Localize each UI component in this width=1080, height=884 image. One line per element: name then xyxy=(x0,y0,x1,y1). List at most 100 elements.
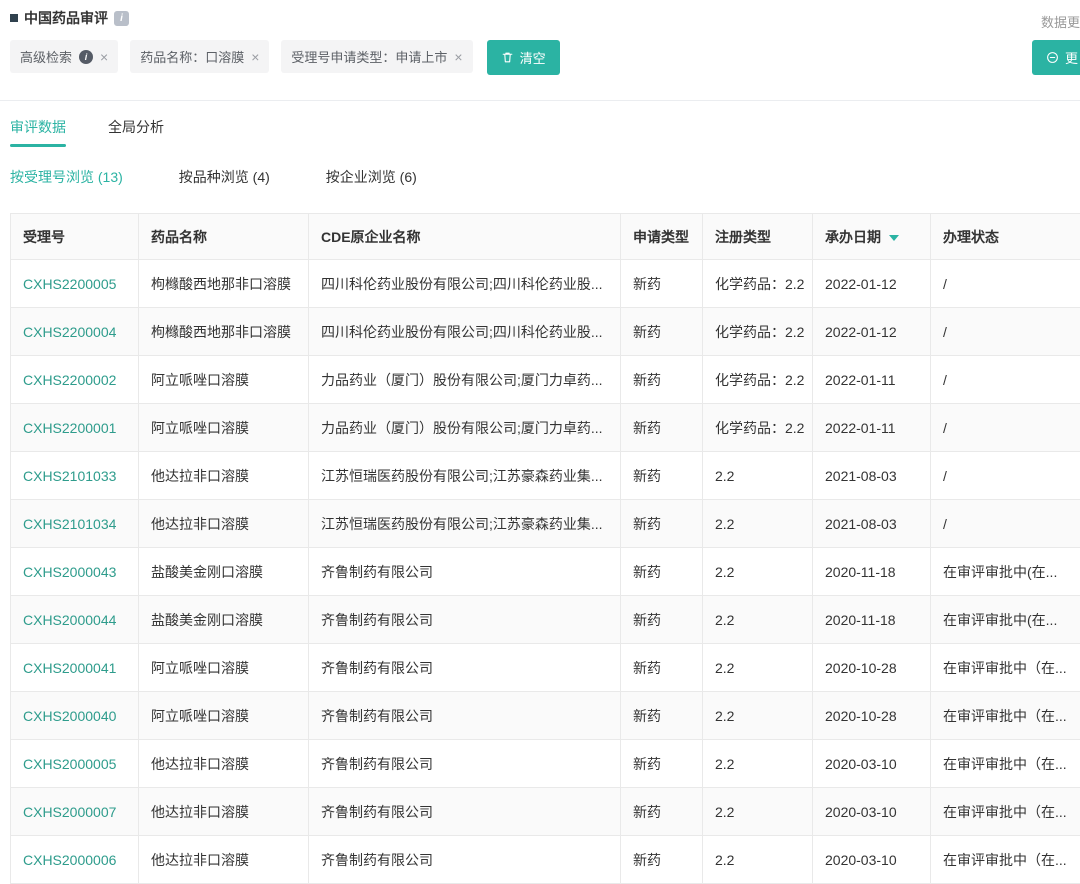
cell-drug-name: 他达拉非口溶膜 xyxy=(139,740,309,788)
info-icon[interactable]: i xyxy=(79,50,93,64)
cell-handling-status: / xyxy=(931,260,1080,308)
cell-registration-type: 化学药品：2.2 xyxy=(703,404,813,452)
acceptance-number-link[interactable]: CXHS2101034 xyxy=(11,500,139,548)
cell-handling-status: / xyxy=(931,452,1080,500)
cell-drug-name: 阿立哌唑口溶膜 xyxy=(139,404,309,452)
subtab-by-company[interactable]: 按企业浏览 (6) xyxy=(326,167,417,187)
acceptance-number-link[interactable]: CXHS2000044 xyxy=(11,596,139,644)
more-button-label: 更 xyxy=(1065,48,1078,67)
filter-tag: 药品名称：口溶膜× xyxy=(130,40,269,73)
acceptance-number-link[interactable]: CXHS2000005 xyxy=(11,740,139,788)
acceptance-number-link[interactable]: CXHS2000006 xyxy=(11,836,139,884)
acceptance-number-link[interactable]: CXHS2000041 xyxy=(11,644,139,692)
cell-registration-type: 2.2 xyxy=(703,788,813,836)
column-header-cde-company-name[interactable]: CDE原企业名称 xyxy=(309,214,621,260)
table-row: CXHS2000005他达拉非口溶膜齐鲁制药有限公司新药2.22020-03-1… xyxy=(11,740,1080,788)
clear-filters-button[interactable]: 清空 xyxy=(487,40,560,75)
acceptance-number-link[interactable]: CXHS2200005 xyxy=(11,260,139,308)
sort-caret-icon[interactable] xyxy=(889,235,899,241)
cell-undertake-date: 2020-03-10 xyxy=(813,788,931,836)
table-row: CXHS2000040阿立哌唑口溶膜齐鲁制药有限公司新药2.22020-10-2… xyxy=(11,692,1080,740)
cell-cde-company-name: 齐鲁制药有限公司 xyxy=(309,836,621,884)
cell-handling-status: 在审评审批中（在... xyxy=(931,788,1080,836)
cell-application-type: 新药 xyxy=(621,644,703,692)
cell-registration-type: 化学药品：2.2 xyxy=(703,260,813,308)
tab-label: 审评数据 xyxy=(10,119,66,135)
column-header-registration-type[interactable]: 注册类型 xyxy=(703,214,813,260)
filter-tags: 高级检索i×药品名称：口溶膜×受理号申请类型：申请上市× xyxy=(10,40,473,73)
cell-drug-name: 他达拉非口溶膜 xyxy=(139,788,309,836)
cell-undertake-date: 2022-01-11 xyxy=(813,404,931,452)
cell-application-type: 新药 xyxy=(621,692,703,740)
column-header-acceptance-no[interactable]: 受理号 xyxy=(11,214,139,260)
cell-application-type: 新药 xyxy=(621,836,703,884)
title-info-icon[interactable]: i xyxy=(114,11,129,26)
column-header-label: 药品名称 xyxy=(151,229,207,245)
acceptance-number-link[interactable]: CXHS2200001 xyxy=(11,404,139,452)
subtab-by-variety[interactable]: 按品种浏览 (4) xyxy=(179,167,270,187)
close-icon[interactable]: × xyxy=(100,50,108,64)
column-header-label: 注册类型 xyxy=(715,229,771,245)
cell-undertake-date: 2020-11-18 xyxy=(813,596,931,644)
table-header-row: 受理号药品名称 CDE原企业名称 申请类型注册类型 承办日期 办理状态 xyxy=(11,214,1080,260)
cell-handling-status: / xyxy=(931,308,1080,356)
cell-drug-name: 阿立哌唑口溶膜 xyxy=(139,692,309,740)
cell-undertake-date: 2020-03-10 xyxy=(813,740,931,788)
more-button[interactable]: 更 xyxy=(1032,40,1080,75)
tab-label: 全局分析 xyxy=(108,119,164,135)
tab-global-analysis[interactable]: 全局分析 xyxy=(108,117,164,147)
table-row: CXHS2000044盐酸美金刚口溶膜齐鲁制药有限公司新药2.22020-11-… xyxy=(11,596,1080,644)
cell-undertake-date: 2022-01-12 xyxy=(813,308,931,356)
cell-drug-name: 他达拉非口溶膜 xyxy=(139,500,309,548)
subtab-by-acceptance-number[interactable]: 按受理号浏览 (13) xyxy=(10,167,123,187)
cell-drug-name: 枸橼酸西地那非口溶膜 xyxy=(139,308,309,356)
column-header-undertake-date[interactable]: 承办日期 xyxy=(813,214,931,260)
results-table: 受理号药品名称 CDE原企业名称 申请类型注册类型 承办日期 办理状态 CXHS2200… xyxy=(10,213,1080,884)
tab-review-data[interactable]: 审评数据 xyxy=(10,117,66,147)
cell-undertake-date: 2021-08-03 xyxy=(813,452,931,500)
cell-cde-company-name: 齐鲁制药有限公司 xyxy=(309,548,621,596)
table-row: CXHS2200004枸橼酸西地那非口溶膜四川科伦药业股份有限公司;四川科伦药业… xyxy=(11,308,1080,356)
cell-handling-status: 在审评审批中（在... xyxy=(931,740,1080,788)
cell-drug-name: 盐酸美金刚口溶膜 xyxy=(139,548,309,596)
cell-undertake-date: 2022-01-12 xyxy=(813,260,931,308)
cell-registration-type: 2.2 xyxy=(703,740,813,788)
acceptance-number-link[interactable]: CXHS2000040 xyxy=(11,692,139,740)
cell-drug-name: 阿立哌唑口溶膜 xyxy=(139,644,309,692)
cell-cde-company-name: 四川科伦药业股份有限公司;四川科伦药业股... xyxy=(309,260,621,308)
cell-cde-company-name: 齐鲁制药有限公司 xyxy=(309,596,621,644)
acceptance-number-link[interactable]: CXHS2000043 xyxy=(11,548,139,596)
acceptance-number-link[interactable]: CXHS2000007 xyxy=(11,788,139,836)
cell-registration-type: 2.2 xyxy=(703,452,813,500)
cell-application-type: 新药 xyxy=(621,500,703,548)
cell-cde-company-name: 齐鲁制药有限公司 xyxy=(309,692,621,740)
tab-underline xyxy=(108,144,164,147)
cell-application-type: 新药 xyxy=(621,548,703,596)
column-header-drug-name[interactable]: 药品名称 xyxy=(139,214,309,260)
acceptance-number-link[interactable]: CXHS2200002 xyxy=(11,356,139,404)
column-header-application-type[interactable]: 申请类型 xyxy=(621,214,703,260)
cell-registration-type: 2.2 xyxy=(703,836,813,884)
close-icon[interactable]: × xyxy=(454,50,462,64)
close-icon[interactable]: × xyxy=(251,50,259,64)
cell-cde-company-name: 四川科伦药业股份有限公司;四川科伦药业股... xyxy=(309,308,621,356)
cell-application-type: 新药 xyxy=(621,356,703,404)
table-row: CXHS2200005枸橼酸西地那非口溶膜四川科伦药业股份有限公司;四川科伦药业… xyxy=(11,260,1080,308)
filter-tag-label: 受理号申请类型：申请上市 xyxy=(291,47,447,66)
cell-cde-company-name: 江苏恒瑞医药股份有限公司;江苏豪森药业集... xyxy=(309,500,621,548)
acceptance-number-link[interactable]: CXHS2101033 xyxy=(11,452,139,500)
cell-handling-status: / xyxy=(931,356,1080,404)
cell-registration-type: 化学药品：2.2 xyxy=(703,356,813,404)
data-update-text: 数据更 xyxy=(1041,12,1080,31)
table-row: CXHS2000043盐酸美金刚口溶膜齐鲁制药有限公司新药2.22020-11-… xyxy=(11,548,1080,596)
cell-application-type: 新药 xyxy=(621,260,703,308)
tab-underline xyxy=(10,144,66,147)
cell-undertake-date: 2020-03-10 xyxy=(813,836,931,884)
column-header-label: 承办日期 xyxy=(825,229,881,245)
cell-registration-type: 2.2 xyxy=(703,644,813,692)
column-header-label: CDE原企业名称 xyxy=(321,229,421,245)
acceptance-number-link[interactable]: CXHS2200004 xyxy=(11,308,139,356)
column-header-handling-status[interactable]: 办理状态 xyxy=(931,214,1080,260)
cell-handling-status: 在审评审批中(在... xyxy=(931,596,1080,644)
trash-icon xyxy=(501,51,514,64)
